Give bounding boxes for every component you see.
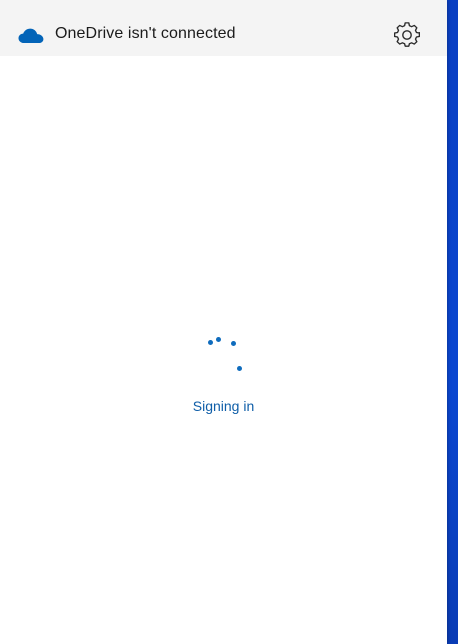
flyout-header: OneDrive isn't connected [0, 0, 447, 56]
onedrive-cloud-icon [18, 28, 44, 44]
spinner-dot [237, 366, 242, 371]
desktop-background: OneDrive isn't connected Signing in [0, 0, 458, 644]
gear-icon [393, 21, 421, 53]
signing-in-status: Signing in [192, 398, 255, 414]
settings-button[interactable] [392, 21, 422, 53]
loading-spinner-icon [200, 330, 250, 380]
spinner-dot [231, 341, 236, 346]
connection-status-title: OneDrive isn't connected [55, 25, 236, 42]
spinner-dot [216, 337, 221, 342]
onedrive-flyout: OneDrive isn't connected Signing in [0, 0, 447, 644]
spinner-dot [208, 340, 213, 345]
